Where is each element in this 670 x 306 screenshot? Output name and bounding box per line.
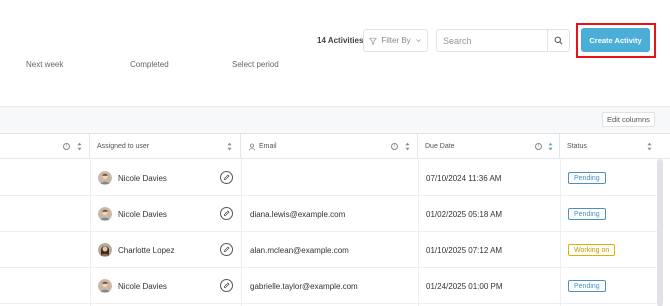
header-cell-due-date[interactable]: Due Date i xyxy=(418,134,560,159)
due-date-cell: 01/02/2025 05:18 AM xyxy=(426,209,503,219)
status-badge[interactable]: Pending xyxy=(568,280,606,292)
filter-by-label: Filter By xyxy=(381,36,411,45)
activity-count: 14 Activities xyxy=(317,36,364,45)
due-date-header-label: Due Date xyxy=(425,143,455,150)
toolbar: Next week Completed Select period 14 Act… xyxy=(0,0,670,107)
status-cell: Pending xyxy=(568,268,606,304)
user-name: Nicole Davies xyxy=(118,173,167,183)
info-icon[interactable]: i xyxy=(391,143,398,150)
filter-icon xyxy=(369,37,378,45)
table-row[interactable]: Nicole Davies diana.lewis@example.com 01… xyxy=(0,196,660,232)
assigned-cell: Nicole Davies xyxy=(98,160,167,196)
chevron-down-icon xyxy=(415,39,421,43)
table-header: i Assigned to user Email i Due Date i St… xyxy=(0,134,670,159)
user-name: Nicole Davies xyxy=(118,281,167,291)
status-header-label: Status xyxy=(567,143,587,150)
header-cell-assigned[interactable]: Assigned to user xyxy=(90,134,241,159)
status-cell: Pending xyxy=(568,196,606,232)
avatar xyxy=(98,243,112,257)
table-row[interactable]: Nicole Davies 07/10/2024 11:36 AM Pendin… xyxy=(0,160,660,196)
pencil-icon xyxy=(223,174,230,181)
search-icon xyxy=(554,36,563,45)
header-cell-email[interactable]: Email i xyxy=(241,134,418,159)
user-name: Nicole Davies xyxy=(118,209,167,219)
status-badge[interactable]: Pending xyxy=(568,208,606,220)
vertical-scrollbar[interactable] xyxy=(657,159,663,306)
person-icon xyxy=(248,143,256,150)
edit-assignee-button[interactable] xyxy=(220,171,233,184)
sort-icon[interactable] xyxy=(405,142,410,151)
avatar xyxy=(98,279,112,293)
user-name: Charlotte Lopez xyxy=(118,245,175,255)
edit-assignee-button[interactable] xyxy=(220,207,233,220)
sort-icon[interactable] xyxy=(77,142,82,151)
assigned-cell: Charlotte Lopez xyxy=(98,232,174,268)
header-cell-status[interactable]: Status xyxy=(560,134,660,159)
create-activity-button[interactable]: Create Activity xyxy=(581,28,650,52)
due-date-cell: 07/10/2024 11:36 AM xyxy=(426,173,502,183)
sort-icon[interactable] xyxy=(647,142,652,151)
filter-by-button[interactable]: Filter By xyxy=(363,29,428,52)
edit-assignee-button[interactable] xyxy=(220,243,233,256)
due-date-cell: 01/10/2025 07:12 AM xyxy=(426,245,503,255)
status-cell: Working on xyxy=(568,232,616,268)
assigned-cell: Nicole Davies xyxy=(98,268,167,304)
sort-icon[interactable] xyxy=(227,142,232,151)
tab-completed[interactable]: Completed xyxy=(130,60,169,69)
tab-next-week[interactable]: Next week xyxy=(26,60,63,69)
search-box xyxy=(436,29,570,52)
edit-assignee-button[interactable] xyxy=(220,279,233,292)
header-cell-previous: i xyxy=(0,134,90,159)
activities-table: i Assigned to user Email i Due Date i St… xyxy=(0,133,670,306)
assigned-header-label: Assigned to user xyxy=(97,143,150,150)
tab-select-period[interactable]: Select period xyxy=(232,60,279,69)
table-row[interactable]: Nicole Davies gabrielle.taylor@example.c… xyxy=(0,268,660,304)
status-cell: Pending xyxy=(568,160,606,196)
status-badge[interactable]: Pending xyxy=(568,172,606,184)
table-row[interactable]: Charlotte Lopez alan.mclean@example.com … xyxy=(0,232,660,268)
avatar xyxy=(98,171,112,185)
pencil-icon xyxy=(223,210,230,217)
search-input[interactable] xyxy=(437,30,547,51)
edit-columns-button[interactable]: Edit columns xyxy=(602,112,655,127)
pencil-icon xyxy=(223,246,230,253)
email-cell[interactable]: alan.mclean@example.com xyxy=(250,232,349,268)
sort-icon[interactable] xyxy=(548,142,553,151)
pencil-icon xyxy=(223,282,230,289)
search-button[interactable] xyxy=(547,30,569,51)
info-icon[interactable]: i xyxy=(535,143,542,150)
status-badge[interactable]: Working on xyxy=(568,244,616,256)
info-icon[interactable]: i xyxy=(63,143,70,150)
period-tabs: Next week Completed Select period xyxy=(0,60,300,76)
email-cell[interactable]: diana.lewis@example.com xyxy=(250,196,345,232)
due-date-cell: 01/24/2025 01:00 PM xyxy=(426,281,503,291)
email-header-label: Email xyxy=(259,143,277,150)
email-cell[interactable]: gabrielle.taylor@example.com xyxy=(250,268,358,304)
avatar xyxy=(98,207,112,221)
assigned-cell: Nicole Davies xyxy=(98,196,167,232)
